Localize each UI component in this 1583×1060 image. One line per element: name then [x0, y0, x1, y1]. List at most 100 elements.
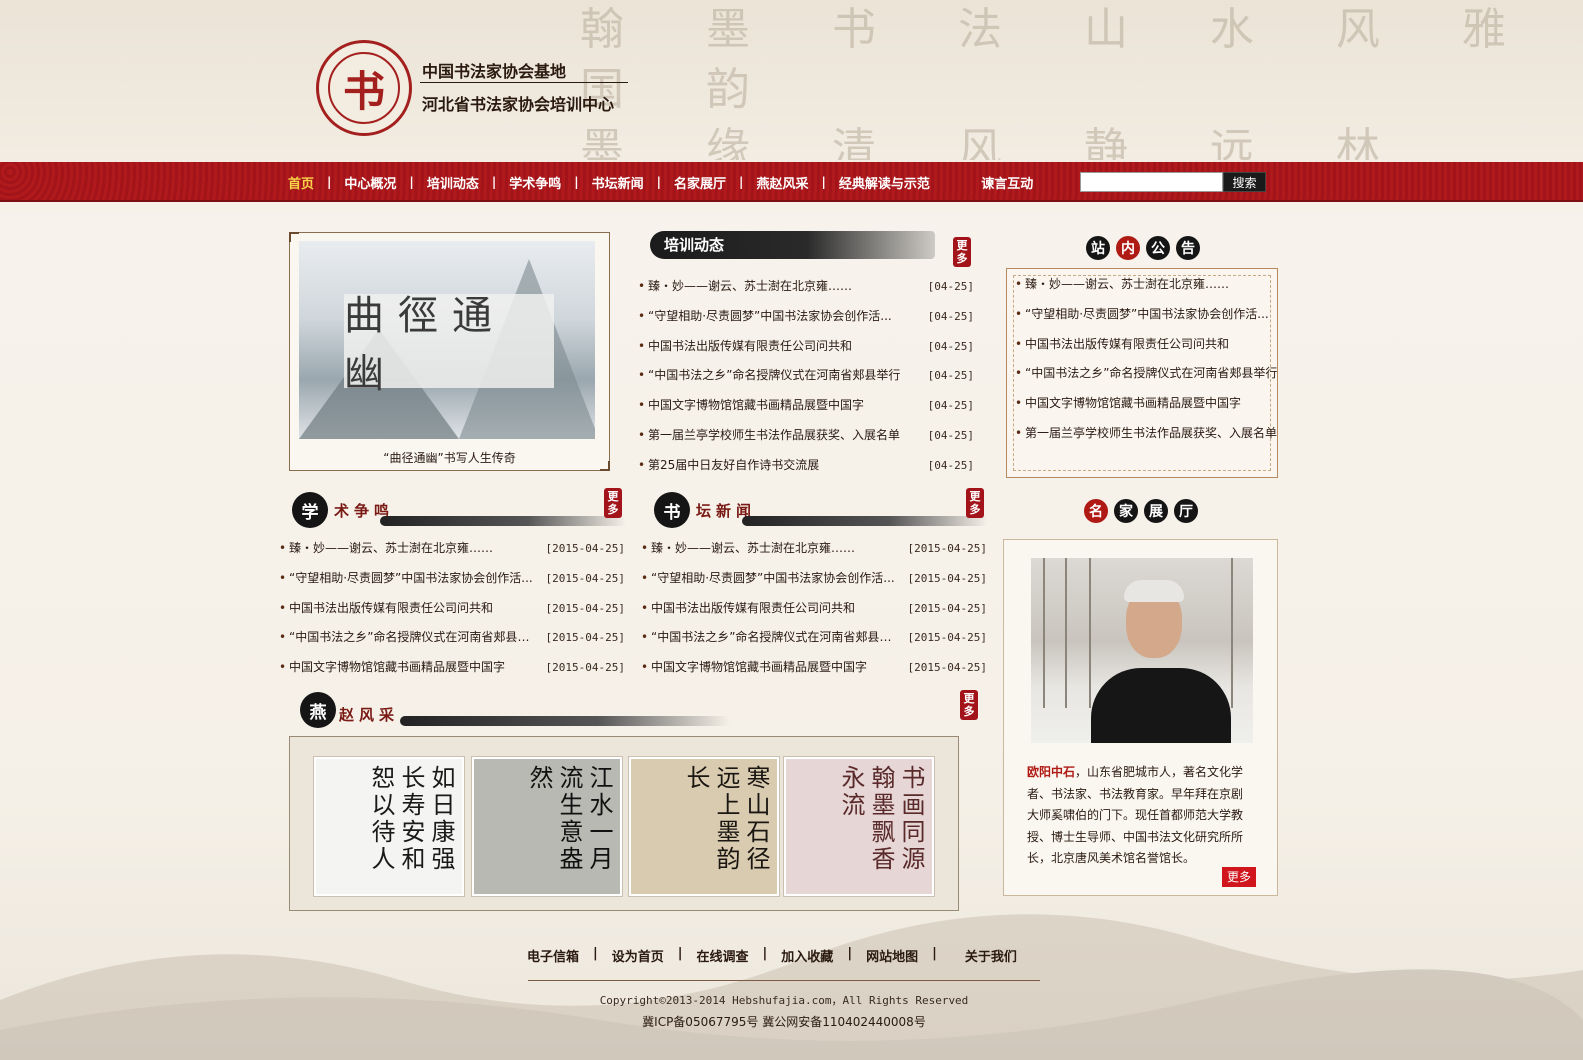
- list-item-date: [2015-04-25]: [907, 601, 987, 615]
- notice-item[interactable]: 中国文字博物馆馆藏书画精品展暨中国字: [1015, 389, 1279, 419]
- list-item[interactable]: 臻・妙——谢云、苏士澍在北京雍…… [2015-04-25]: [641, 534, 987, 564]
- notice-item[interactable]: “中国书法之乡”命名授牌仪式在河南省郏县举行: [1015, 359, 1279, 389]
- notice-item[interactable]: 中国书法出版传媒有限责任公司问共和: [1015, 330, 1279, 360]
- list-item[interactable]: “中国书法之乡”命名授牌仪式在河南省郏县举行 [2015-04-25]: [641, 623, 987, 653]
- calligraphy-piece[interactable]: 书画同源翰墨飘香永流: [784, 757, 934, 896]
- nav-item-1[interactable]: 中心概况: [344, 173, 396, 192]
- list-item-title[interactable]: 臻・妙——谢云、苏士澍在北京雍……: [651, 534, 855, 564]
- list-item-title[interactable]: 第25届中日友好自作诗书交流展: [648, 451, 819, 481]
- title-char: 站: [1086, 236, 1110, 260]
- calligraphy-piece[interactable]: 如日康强长寿安和恕以待人: [314, 757, 464, 896]
- search-input[interactable]: [1080, 172, 1223, 192]
- association-logo[interactable]: 书: [316, 40, 412, 136]
- list-item-title[interactable]: “守望相助·尽责圆梦”中国书法家协会创作活...: [648, 302, 892, 332]
- portrait-hair: [1124, 580, 1184, 602]
- main-nav: 首页 | 中心概况 | 培训动态 | 学术争鸣 | 书坛新闻 | 名家展厅 | 燕赵风采 | 经典解读与示范…: [288, 162, 1033, 202]
- academic-more-button[interactable]: 更多: [604, 488, 622, 518]
- list-item-date: [2015-04-25]: [545, 571, 625, 585]
- footer-link[interactable]: 设为首页: [612, 946, 664, 965]
- list-item-title[interactable]: “守望相助·尽责圆梦”中国书法家协会创作活...: [289, 564, 533, 594]
- list-item-title[interactable]: “中国书法之乡”命名授牌仪式在河南省郏县举行: [648, 361, 900, 391]
- list-item-date: [04-25]: [927, 339, 974, 353]
- nav-item-3[interactable]: 学术争鸣: [509, 173, 561, 192]
- list-item-date: [2015-04-25]: [907, 631, 987, 645]
- list-item-title[interactable]: 中国文字博物馆馆藏书画精品展暨中国字: [651, 653, 867, 683]
- master-portrait[interactable]: [1031, 558, 1253, 743]
- list-item[interactable]: 第25届中日友好自作诗书交流展 [04-25]: [638, 451, 974, 481]
- list-item-title[interactable]: 中国文字博物馆馆藏书画精品展暨中国字: [648, 391, 864, 421]
- nav-item-6[interactable]: 燕赵风采: [756, 173, 808, 192]
- nav-separator: |: [491, 175, 497, 189]
- footer-link[interactable]: 电子信箱: [527, 946, 579, 965]
- footer-separator: |: [677, 946, 683, 961]
- news-list: 臻・妙——谢云、苏士澍在北京雍……[2015-04-25]“守望相助·尽责圆梦”…: [641, 534, 987, 683]
- list-item[interactable]: 中国文字博物馆馆藏书画精品展暨中国字 [2015-04-25]: [279, 653, 625, 683]
- notice-item[interactable]: 第一届兰亭学校师生书法作品展获奖、入展名单: [1015, 419, 1279, 449]
- nav-item-4[interactable]: 书坛新闻: [592, 173, 644, 192]
- list-item-date: [2015-04-25]: [545, 631, 625, 645]
- list-item[interactable]: 臻・妙——谢云、苏士澍在北京雍…… [2015-04-25]: [279, 534, 625, 564]
- list-item-title[interactable]: “中国书法之乡”命名授牌仪式在河南省郏县举行: [651, 623, 903, 653]
- calligraphy-piece[interactable]: 江水一月流生意盎然: [472, 757, 622, 896]
- training-more-button[interactable]: 更多: [953, 237, 971, 267]
- footer-divider: [528, 980, 1040, 981]
- feature-box[interactable]: 曲徑通幽 “曲径通幽”书写人生传奇: [289, 232, 610, 471]
- list-item[interactable]: 中国书法出版传媒有限责任公司问共和 [2015-04-25]: [279, 594, 625, 624]
- calligraphy-piece[interactable]: 寒山石径远上墨韵长: [629, 757, 779, 896]
- list-item[interactable]: “守望相助·尽责圆梦”中国书法家协会创作活... [2015-04-25]: [641, 564, 987, 594]
- brush-stroke: [380, 516, 626, 526]
- list-item-title[interactable]: 中国书法出版传媒有限责任公司问共和: [289, 594, 493, 624]
- nav-item-2[interactable]: 培训动态: [427, 173, 479, 192]
- footer-link[interactable]: 网站地图: [866, 946, 918, 965]
- footer-link[interactable]: 关于我们: [965, 946, 1017, 965]
- notice-item[interactable]: 臻・妙——谢云、苏士澍在北京雍……: [1015, 270, 1279, 300]
- list-item-date: [2015-04-25]: [545, 661, 625, 675]
- list-item[interactable]: 中国书法出版传媒有限责任公司问共和 [2015-04-25]: [641, 594, 987, 624]
- footer-link[interactable]: 在线调查: [697, 946, 749, 965]
- list-item[interactable]: 中国文字博物馆馆藏书画精品展暨中国字 [2015-04-25]: [641, 653, 987, 683]
- feature-image[interactable]: 曲徑通幽: [299, 241, 595, 439]
- notice-item[interactable]: “守望相助·尽责圆梦”中国书法家协会创作活...: [1015, 300, 1279, 330]
- footer-link[interactable]: 加入收藏: [781, 946, 833, 965]
- nav-separator: |: [327, 175, 332, 189]
- list-item[interactable]: 中国书法出版传媒有限责任公司问共和 [04-25]: [638, 332, 974, 362]
- list-item-title[interactable]: “中国书法之乡”命名授牌仪式在河南省郏县举行: [289, 623, 541, 653]
- list-item-title[interactable]: 中国书法出版传媒有限责任公司问共和: [651, 594, 855, 624]
- yanzhao-more-button[interactable]: 更多: [960, 690, 978, 720]
- nav-item-5[interactable]: 名家展厅: [674, 173, 726, 192]
- list-item-title[interactable]: 臻・妙——谢云、苏士澍在北京雍……: [289, 534, 493, 564]
- list-item-title[interactable]: 中国文字博物馆馆藏书画精品展暨中国字: [289, 653, 505, 683]
- tree: [1231, 558, 1233, 708]
- title-char: 名: [1084, 499, 1108, 523]
- list-item[interactable]: “守望相助·尽责圆梦”中国书法家协会创作活... [04-25]: [638, 302, 974, 332]
- list-item-title[interactable]: 第一届兰亭学校师生书法作品展获奖、入展名单: [648, 421, 900, 451]
- list-item[interactable]: “中国书法之乡”命名授牌仪式在河南省郏县举行 [2015-04-25]: [279, 623, 625, 653]
- list-item-title[interactable]: 臻・妙——谢云、苏士澍在北京雍……: [648, 272, 852, 302]
- search-button[interactable]: 搜索: [1223, 172, 1266, 192]
- feature-caption[interactable]: “曲径通幽”书写人生传奇: [290, 449, 609, 466]
- nav-separator: |: [821, 175, 826, 189]
- nav-item-0[interactable]: 首页: [288, 173, 314, 192]
- list-item[interactable]: “中国书法之乡”命名授牌仪式在河南省郏县举行 [04-25]: [638, 361, 974, 391]
- title-char: 展: [1144, 499, 1168, 523]
- icp-record[interactable]: 冀ICP备05067795号 冀公网安备110402440008号: [0, 1013, 1568, 1030]
- nav-item-8[interactable]: 谏言互动: [981, 173, 1033, 192]
- footer-separator: |: [932, 946, 937, 961]
- list-item[interactable]: “守望相助·尽责圆梦”中国书法家协会创作活... [2015-04-25]: [279, 564, 625, 594]
- nav-separator: |: [739, 175, 744, 189]
- list-item-title[interactable]: “守望相助·尽责圆梦”中国书法家协会创作活...: [651, 564, 895, 594]
- master-bio: 欧阳中石，山东省肥城市人，著名文化学者、书法家、书法教育家。早年拜在京剧大师奚啸…: [1027, 762, 1252, 870]
- list-item-date: [2015-04-25]: [907, 661, 987, 675]
- list-item-title[interactable]: 中国书法出版传媒有限责任公司问共和: [648, 332, 852, 362]
- calligraphy-background: 翰 墨 书 法 山 水 风 雅 国 韵墨 缘 清 风 静 远 林: [580, 4, 1540, 160]
- list-item[interactable]: 臻・妙——谢云、苏士澍在北京雍…… [04-25]: [638, 272, 974, 302]
- master-more-button[interactable]: 更多: [1222, 867, 1256, 887]
- list-item[interactable]: 第一届兰亭学校师生书法作品展获奖、入展名单 [04-25]: [638, 421, 974, 451]
- nav-item-7[interactable]: 经典解读与示范: [839, 173, 930, 192]
- list-item[interactable]: 中国文字博物馆馆藏书画精品展暨中国字 [04-25]: [638, 391, 974, 421]
- nav-separator: |: [409, 175, 414, 189]
- tree: [1065, 558, 1067, 708]
- news-more-button[interactable]: 更多: [966, 488, 984, 518]
- master-name[interactable]: 欧阳中石: [1027, 765, 1075, 779]
- masters-box: 欧阳中石，山东省肥城市人，著名文化学者、书法家、书法教育家。早年拜在京剧大师奚啸…: [1003, 539, 1278, 896]
